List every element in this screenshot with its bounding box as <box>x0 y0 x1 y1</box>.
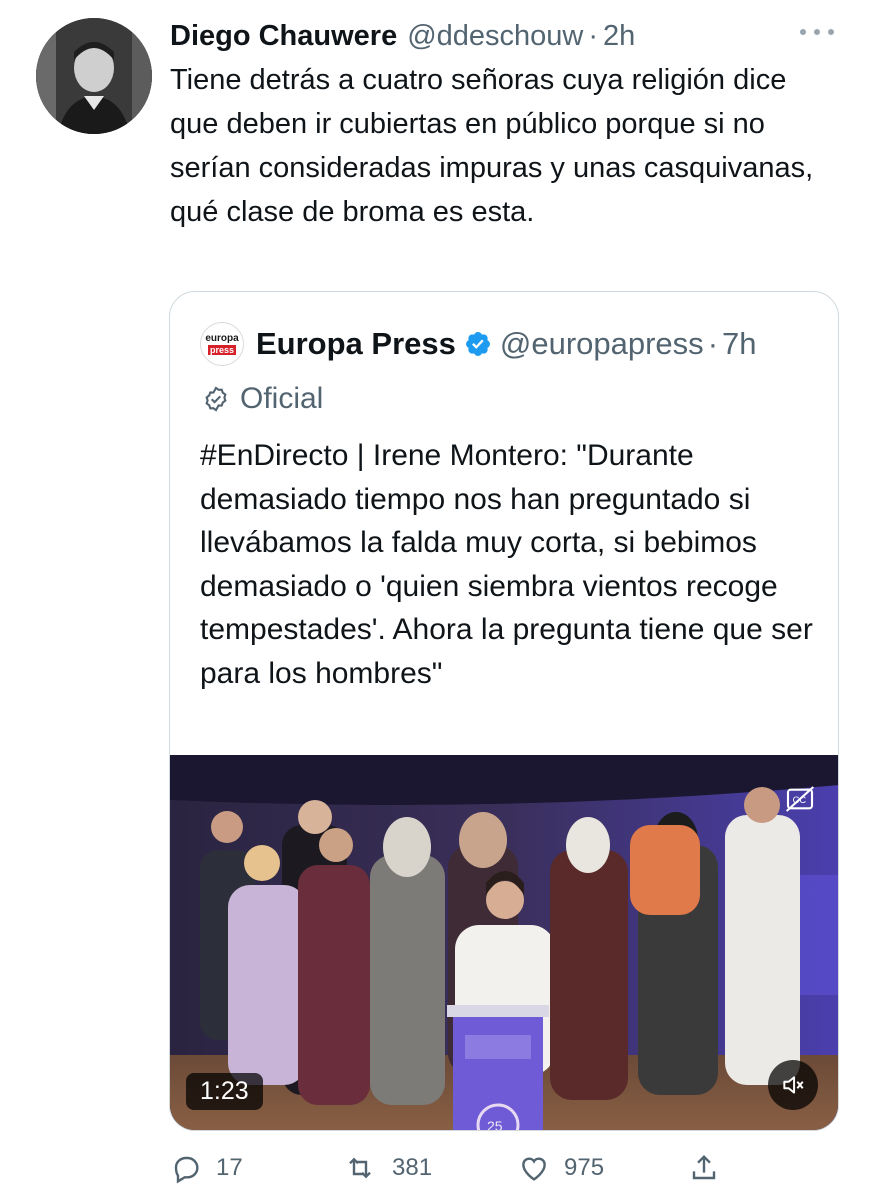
separator-dot: · <box>588 19 599 52</box>
author-avatar[interactable] <box>36 18 152 134</box>
quoted-author-name[interactable]: Europa Press <box>256 326 456 362</box>
like-icon <box>522 1157 546 1181</box>
official-badge-icon <box>205 386 227 412</box>
podium-number: 25 <box>487 1118 503 1131</box>
cc-icon[interactable]: CC <box>784 783 816 820</box>
video-duration: 1:23 <box>186 1073 263 1110</box>
official-label-text: Oficial <box>240 382 324 415</box>
verified-icon <box>464 330 492 358</box>
retweet-icon <box>349 1157 371 1179</box>
tweet-text: Tiene detrás a cuatro señoras cuya relig… <box>170 64 814 228</box>
official-label: Oficial <box>202 382 323 416</box>
mute-icon[interactable] <box>768 1060 818 1110</box>
like-button[interactable]: 975 <box>518 1148 604 1188</box>
reply-count: 17 <box>216 1154 243 1181</box>
quoted-tweet-time[interactable]: 7h <box>722 326 756 362</box>
separator-dot: · <box>707 326 719 361</box>
video-player[interactable]: 25 CC 1:23 <box>170 755 838 1131</box>
avatar-logo-text-top: europa <box>205 332 239 344</box>
tweet-time[interactable]: 2h <box>603 20 635 53</box>
tweet-header: Diego Chauwere @ddeschouw · 2h <box>170 16 834 56</box>
share-button[interactable] <box>688 1148 734 1188</box>
quoted-tweet[interactable]: europa press Europa Press @europapress ·… <box>169 291 839 1131</box>
author-name[interactable]: Diego Chauwere <box>170 20 397 53</box>
quoted-author-avatar[interactable]: europa press <box>200 322 244 366</box>
reply-icon <box>174 1156 199 1184</box>
quoted-tweet-text: #EnDirecto | Irene Montero: "Durante dem… <box>200 439 813 690</box>
share-icon <box>692 1154 716 1180</box>
retweet-button[interactable]: 381 <box>342 1148 432 1188</box>
like-count: 975 <box>564 1154 605 1181</box>
retweet-count: 381 <box>392 1154 433 1181</box>
quoted-tweet-header: europa press Europa Press @europapress ·… <box>200 322 757 366</box>
tweet-actions: 17 381 975 <box>170 1148 730 1188</box>
quoted-author-handle[interactable]: @europapress <box>500 326 704 362</box>
video-thumbnail: 25 <box>170 755 838 1131</box>
more-icon[interactable] <box>800 22 834 42</box>
author-handle[interactable]: @ddeschouw <box>407 20 583 53</box>
avatar-logo-text-bottom: press <box>207 344 237 355</box>
reply-button[interactable]: 17 <box>170 1148 243 1188</box>
